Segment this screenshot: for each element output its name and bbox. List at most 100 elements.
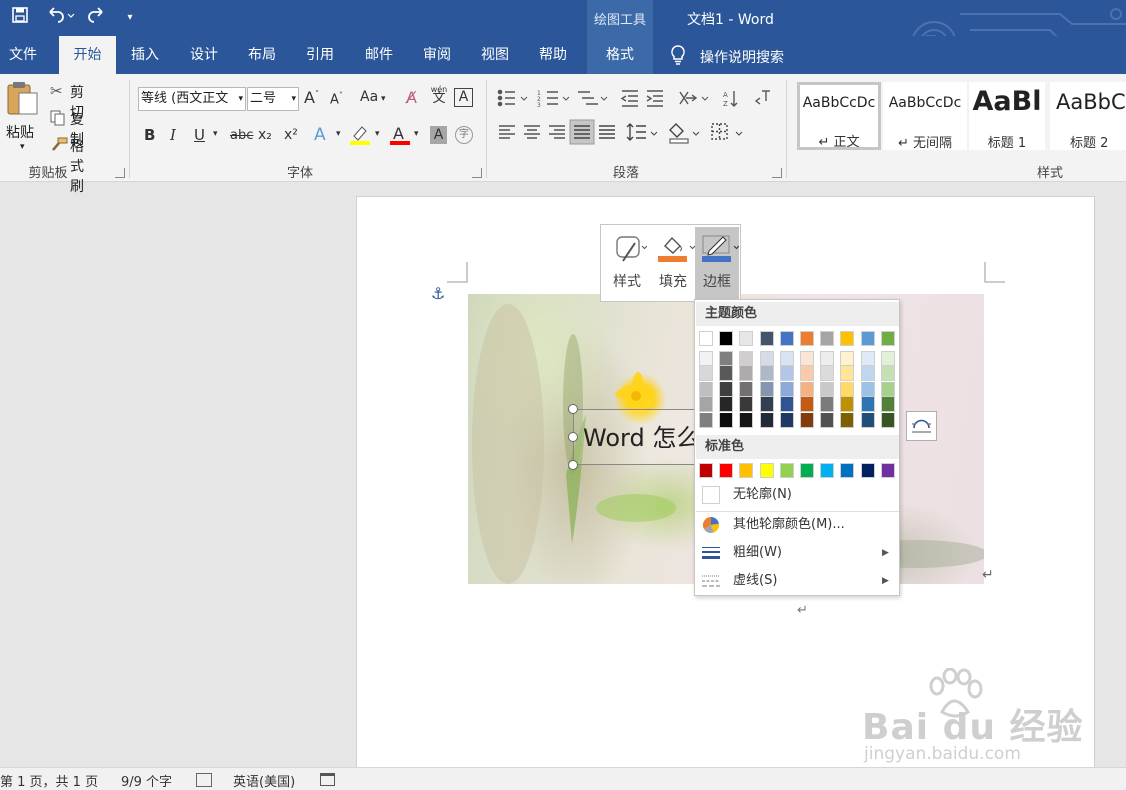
grow-font-icon[interactable]: A˄ — [304, 88, 319, 107]
color-swatch[interactable] — [880, 331, 895, 346]
color-swatch[interactable] — [800, 381, 814, 397]
color-swatch[interactable] — [880, 366, 895, 382]
color-swatch[interactable] — [759, 412, 774, 428]
clear-formatting-icon[interactable]: A̸ — [406, 88, 417, 107]
color-swatch[interactable] — [860, 351, 875, 366]
color-swatch[interactable] — [719, 412, 734, 428]
color-swatch[interactable] — [759, 397, 774, 413]
language[interactable]: 英语(美国) — [233, 771, 295, 790]
no-outline-item[interactable]: 无轮廓(N) — [696, 482, 899, 508]
character-border-icon[interactable]: A — [454, 88, 473, 107]
color-swatch[interactable] — [840, 331, 855, 346]
tab-insert[interactable]: 插入 — [119, 36, 171, 74]
color-swatch[interactable] — [800, 331, 814, 346]
style-no-spacing[interactable]: AaBbCcDc ↵ 无间隔 — [883, 82, 967, 151]
clipboard-launcher-icon[interactable] — [115, 168, 125, 178]
tab-view[interactable]: 视图 — [469, 36, 521, 74]
color-swatch[interactable] — [699, 463, 713, 478]
color-swatch[interactable] — [779, 351, 794, 366]
color-swatch[interactable] — [739, 412, 754, 428]
color-swatch[interactable] — [699, 366, 713, 382]
tab-help[interactable]: 帮助 — [527, 36, 579, 74]
color-swatch[interactable] — [880, 381, 895, 397]
redo-icon[interactable] — [84, 6, 108, 30]
tab-mailings[interactable]: 邮件 — [353, 36, 405, 74]
chevron-down-icon[interactable]: ▾ — [213, 129, 218, 139]
chevron-down-icon[interactable]: ▾ — [375, 129, 380, 139]
color-swatch[interactable] — [699, 412, 713, 428]
color-swatch[interactable] — [860, 381, 875, 397]
font-name-combo[interactable]: 等线 (西文正文 ▾ — [138, 87, 246, 111]
color-swatch[interactable] — [739, 397, 754, 413]
color-swatch[interactable] — [699, 381, 713, 397]
color-swatch[interactable] — [860, 331, 875, 346]
color-swatch[interactable] — [820, 412, 835, 428]
font-color-icon[interactable]: A — [390, 124, 410, 146]
color-swatch[interactable] — [719, 331, 734, 346]
color-swatch[interactable] — [739, 463, 754, 478]
enclose-characters-icon[interactable]: 字 — [455, 126, 473, 144]
layout-options-button[interactable] — [906, 411, 937, 441]
color-swatch[interactable] — [759, 366, 774, 382]
color-swatch[interactable] — [840, 366, 855, 382]
color-swatch[interactable] — [719, 381, 734, 397]
color-swatch[interactable] — [779, 381, 794, 397]
color-swatch[interactable] — [840, 351, 855, 366]
chevron-down-icon[interactable]: ▾ — [336, 129, 341, 139]
resize-handle[interactable] — [568, 404, 578, 414]
paste-button[interactable]: 粘贴 ▾ — [6, 80, 42, 160]
color-swatch[interactable] — [699, 331, 713, 346]
tab-design[interactable]: 设计 — [178, 36, 230, 74]
style-heading-2[interactable]: AaBbC 标题 2 — [1050, 82, 1126, 151]
superscript-button[interactable]: x² — [284, 127, 298, 143]
text-box[interactable]: Word 怎么 — [573, 409, 703, 465]
color-swatch[interactable] — [820, 397, 835, 413]
customize-qat-icon[interactable]: ▾ — [118, 6, 142, 30]
paste-dropdown-icon[interactable]: ▾ — [20, 142, 25, 152]
style-normal[interactable]: AaBbCcDc ↵ 正文 — [797, 82, 881, 150]
color-swatch[interactable] — [800, 463, 814, 478]
tab-review[interactable]: 审阅 — [411, 36, 463, 74]
dashes-item[interactable]: 虚线(S) ▶ — [696, 568, 899, 594]
color-swatch[interactable] — [880, 412, 895, 428]
weight-item[interactable]: 粗细(W) ▶ — [696, 540, 899, 566]
color-swatch[interactable] — [719, 463, 734, 478]
resize-handle[interactable] — [568, 432, 578, 442]
subscript-button[interactable]: x₂ — [258, 127, 272, 143]
color-swatch[interactable] — [759, 351, 774, 366]
color-swatch[interactable] — [779, 397, 794, 413]
color-swatch[interactable] — [840, 397, 855, 413]
italic-button[interactable]: I — [170, 126, 176, 144]
style-heading-1[interactable]: AaBl 标题 1 — [969, 82, 1045, 151]
color-swatch[interactable] — [719, 397, 734, 413]
shape-outline-button[interactable]: 边框 — [695, 227, 739, 299]
color-swatch[interactable] — [800, 397, 814, 413]
color-swatch[interactable] — [800, 366, 814, 382]
phonetic-guide-button[interactable]: wén 文 — [430, 85, 448, 105]
change-case-button[interactable]: Aa ▾ — [360, 89, 386, 105]
font-launcher-icon[interactable] — [472, 168, 482, 178]
tab-format[interactable]: 格式 — [587, 36, 653, 74]
color-swatch[interactable] — [779, 412, 794, 428]
tab-layout[interactable]: 布局 — [236, 36, 288, 74]
page-count[interactable]: 第 1 页，共 1 页 — [0, 771, 98, 790]
resize-handle[interactable] — [568, 460, 578, 470]
proofing-icon[interactable] — [196, 773, 212, 787]
color-swatch[interactable] — [860, 463, 875, 478]
text-box-content[interactable]: Word 怎么 — [583, 418, 700, 453]
character-shading-icon[interactable]: A — [430, 126, 447, 144]
bold-button[interactable]: B — [144, 126, 155, 144]
color-swatch[interactable] — [739, 381, 754, 397]
color-swatch[interactable] — [840, 463, 855, 478]
tab-home[interactable]: 开始 — [59, 36, 116, 74]
color-swatch[interactable] — [820, 331, 835, 346]
color-swatch[interactable] — [880, 397, 895, 413]
color-swatch[interactable] — [860, 412, 875, 428]
strikethrough-button[interactable]: abc — [230, 128, 253, 143]
color-swatch[interactable] — [800, 412, 814, 428]
color-swatch[interactable] — [800, 351, 814, 366]
undo-icon[interactable] — [44, 6, 78, 30]
lightbulb-icon[interactable] — [668, 44, 688, 70]
color-swatch[interactable] — [880, 463, 895, 478]
macro-icon[interactable] — [320, 773, 335, 786]
